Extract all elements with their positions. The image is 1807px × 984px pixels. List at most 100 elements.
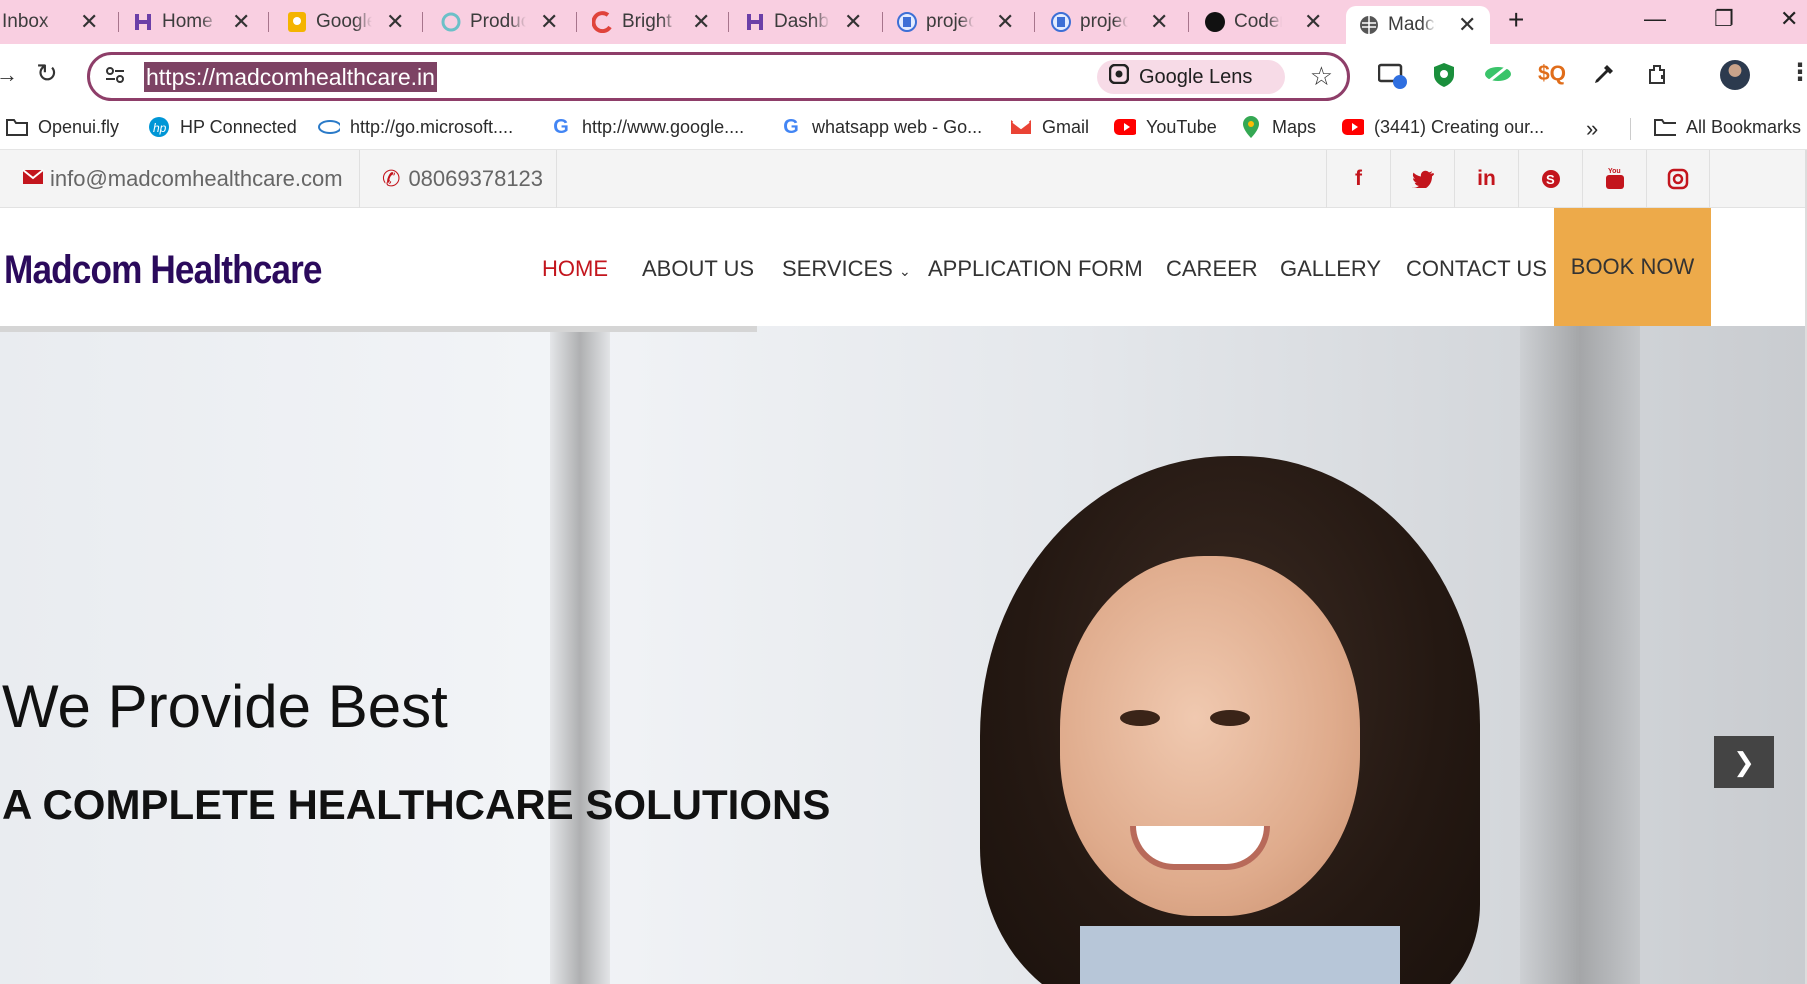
phone-text: 08069378123 — [408, 166, 544, 191]
tab-bright[interactable]: Bright ✕ — [592, 6, 710, 38]
url-text[interactable]: https://madcomhealthcare.in — [144, 62, 437, 92]
home-app-icon — [132, 11, 154, 33]
window-close-icon[interactable]: ✕ — [1780, 6, 1798, 32]
coder-icon — [1204, 11, 1226, 33]
project-icon — [896, 11, 918, 33]
tab-project-2[interactable]: project ✕ — [1050, 6, 1168, 38]
close-icon[interactable]: ✕ — [1150, 11, 1168, 33]
close-icon[interactable]: ✕ — [540, 11, 558, 33]
shield-icon[interactable] — [1432, 62, 1456, 93]
envelope-icon — [22, 166, 44, 192]
reload-icon[interactable]: ↻ — [36, 58, 58, 89]
skype-icon[interactable]: S — [1518, 150, 1582, 208]
all-bookmarks-label: All Bookmarks — [1686, 116, 1802, 137]
bookmark-star-icon[interactable]: ☆ — [1310, 61, 1333, 92]
globe-icon — [1358, 14, 1380, 36]
close-icon[interactable]: ✕ — [1304, 11, 1322, 33]
email-contact[interactable]: info@madcomhealthcare.com — [0, 150, 360, 208]
nav-services[interactable]: SERVICES ⌄ — [782, 256, 911, 282]
tab-home[interactable]: Home ✕ — [132, 6, 250, 38]
close-icon[interactable]: ✕ — [386, 11, 404, 33]
close-icon[interactable]: ✕ — [996, 11, 1014, 33]
avatar[interactable] — [1720, 60, 1750, 90]
email-text: info@madcomhealthcare.com — [50, 166, 343, 191]
bookmark-item[interactable]: (3441) Creating our... — [1342, 116, 1544, 138]
bookmark-item[interactable]: http://go.microsoft.... — [318, 116, 513, 138]
youtube-icon[interactable]: You — [1582, 150, 1646, 208]
phone-contact[interactable]: ✆ 08069378123 — [360, 150, 557, 208]
bookmarks-bar: Openui.fly hp HP Connected http://go.mic… — [0, 106, 1807, 150]
tab-title: Inbox — [2, 11, 49, 32]
menu-dots-icon[interactable]: ⋮ — [1788, 58, 1807, 87]
close-icon[interactable]: ✕ — [80, 11, 98, 33]
minimize-icon[interactable]: — — [1644, 6, 1666, 32]
more-bookmarks-icon[interactable]: » — [1586, 116, 1598, 142]
new-tab-icon[interactable]: + — [1508, 4, 1524, 36]
tab-title: project — [1080, 11, 1128, 32]
close-icon[interactable]: ✕ — [844, 11, 862, 33]
address-bar[interactable]: https://madcomhealthcare.in Google Lens … — [87, 52, 1350, 101]
price-extension-icon[interactable]: $Q — [1538, 62, 1566, 86]
youtube-icon — [1114, 116, 1136, 138]
site-logo[interactable]: Madcom Healthcare — [4, 248, 322, 293]
bookmark-item[interactable]: YouTube — [1114, 116, 1217, 138]
tab-google[interactable]: Google ✕ — [286, 6, 404, 38]
nav-contact-us[interactable]: CONTACT US — [1406, 256, 1547, 282]
twitter-icon[interactable] — [1390, 150, 1454, 208]
close-icon[interactable]: ✕ — [1458, 14, 1476, 36]
nav-gallery[interactable]: GALLERY — [1280, 256, 1381, 282]
nav-career[interactable]: CAREER — [1166, 256, 1258, 282]
bookmark-label: Gmail — [1042, 116, 1090, 137]
tab-products[interactable]: Products ✕ — [440, 6, 558, 38]
svg-text:S: S — [1546, 172, 1555, 187]
nav-about-us[interactable]: ABOUT US — [642, 256, 754, 282]
bookmark-item[interactable]: G whatsapp web - Go... — [780, 116, 982, 138]
eye-extension-icon[interactable] — [1484, 64, 1512, 89]
nav-services-label: SERVICES — [782, 256, 893, 281]
bookmark-label: (3441) Creating our... — [1374, 116, 1545, 137]
facebook-icon[interactable]: f — [1326, 150, 1390, 208]
eyedropper-icon[interactable] — [1592, 62, 1616, 91]
youtube-icon — [1342, 116, 1364, 138]
hp-icon: hp — [148, 116, 170, 138]
bookmark-label: http://www.google.... — [582, 116, 745, 137]
tab-dashboard[interactable]: Dashboard ✕ — [744, 6, 862, 38]
svg-text:You: You — [1608, 168, 1621, 175]
bookmark-item[interactable]: Openui.fly — [6, 116, 119, 138]
msn-icon — [318, 116, 340, 138]
slider-next-button[interactable]: ❯ — [1714, 736, 1774, 788]
folder-icon — [6, 116, 28, 138]
bookmark-label: http://go.microsoft.... — [350, 116, 514, 137]
instagram-icon[interactable] — [1646, 150, 1710, 208]
site-settings-icon[interactable] — [104, 64, 126, 91]
close-icon[interactable]: ✕ — [232, 11, 250, 33]
lens-icon — [1108, 63, 1130, 90]
tab-madcom[interactable]: Madcom ✕ — [1346, 6, 1490, 44]
bookmark-item[interactable]: G http://www.google.... — [550, 116, 744, 138]
bookmark-item[interactable]: Maps — [1240, 116, 1316, 138]
google-lens-button[interactable]: Google Lens — [1097, 60, 1285, 94]
project-icon — [1050, 11, 1072, 33]
nav-application-form[interactable]: APPLICATION FORM — [928, 256, 1143, 282]
google-icon: G — [553, 115, 569, 138]
chevron-down-icon: ⌄ — [898, 263, 911, 279]
linkedin-icon[interactable]: in — [1454, 150, 1518, 208]
hero-subtitle: A COMPLETE HEALTHCARE SOLUTIONS — [2, 781, 831, 828]
tab-project-1[interactable]: project ✕ — [896, 6, 1014, 38]
tab-coder[interactable]: Coder ✕ — [1204, 6, 1322, 38]
tab-strip: Inbox ✕ Home ✕ Google ✕ Products ✕ Brigh… — [0, 0, 1807, 44]
back-icon[interactable]: → — [0, 62, 18, 88]
cast-icon[interactable] — [1377, 62, 1408, 95]
all-bookmarks[interactable]: All Bookmarks — [1654, 116, 1801, 138]
restore-icon[interactable]: ❐ — [1714, 6, 1734, 32]
nav-home[interactable]: HOME — [542, 256, 608, 282]
extensions-icon[interactable] — [1646, 62, 1670, 91]
bookmark-label: Maps — [1272, 116, 1317, 137]
book-now-button[interactable]: BOOK NOW — [1554, 208, 1711, 326]
tab-inbox[interactable]: Inbox ✕ — [2, 6, 98, 38]
close-icon[interactable]: ✕ — [692, 11, 710, 33]
bookmark-label: YouTube — [1146, 116, 1217, 137]
bookmark-item[interactable]: hp HP Connected — [148, 116, 297, 138]
bookmark-item[interactable]: Gmail — [1010, 116, 1089, 138]
lens-label: Google Lens — [1139, 65, 1253, 88]
